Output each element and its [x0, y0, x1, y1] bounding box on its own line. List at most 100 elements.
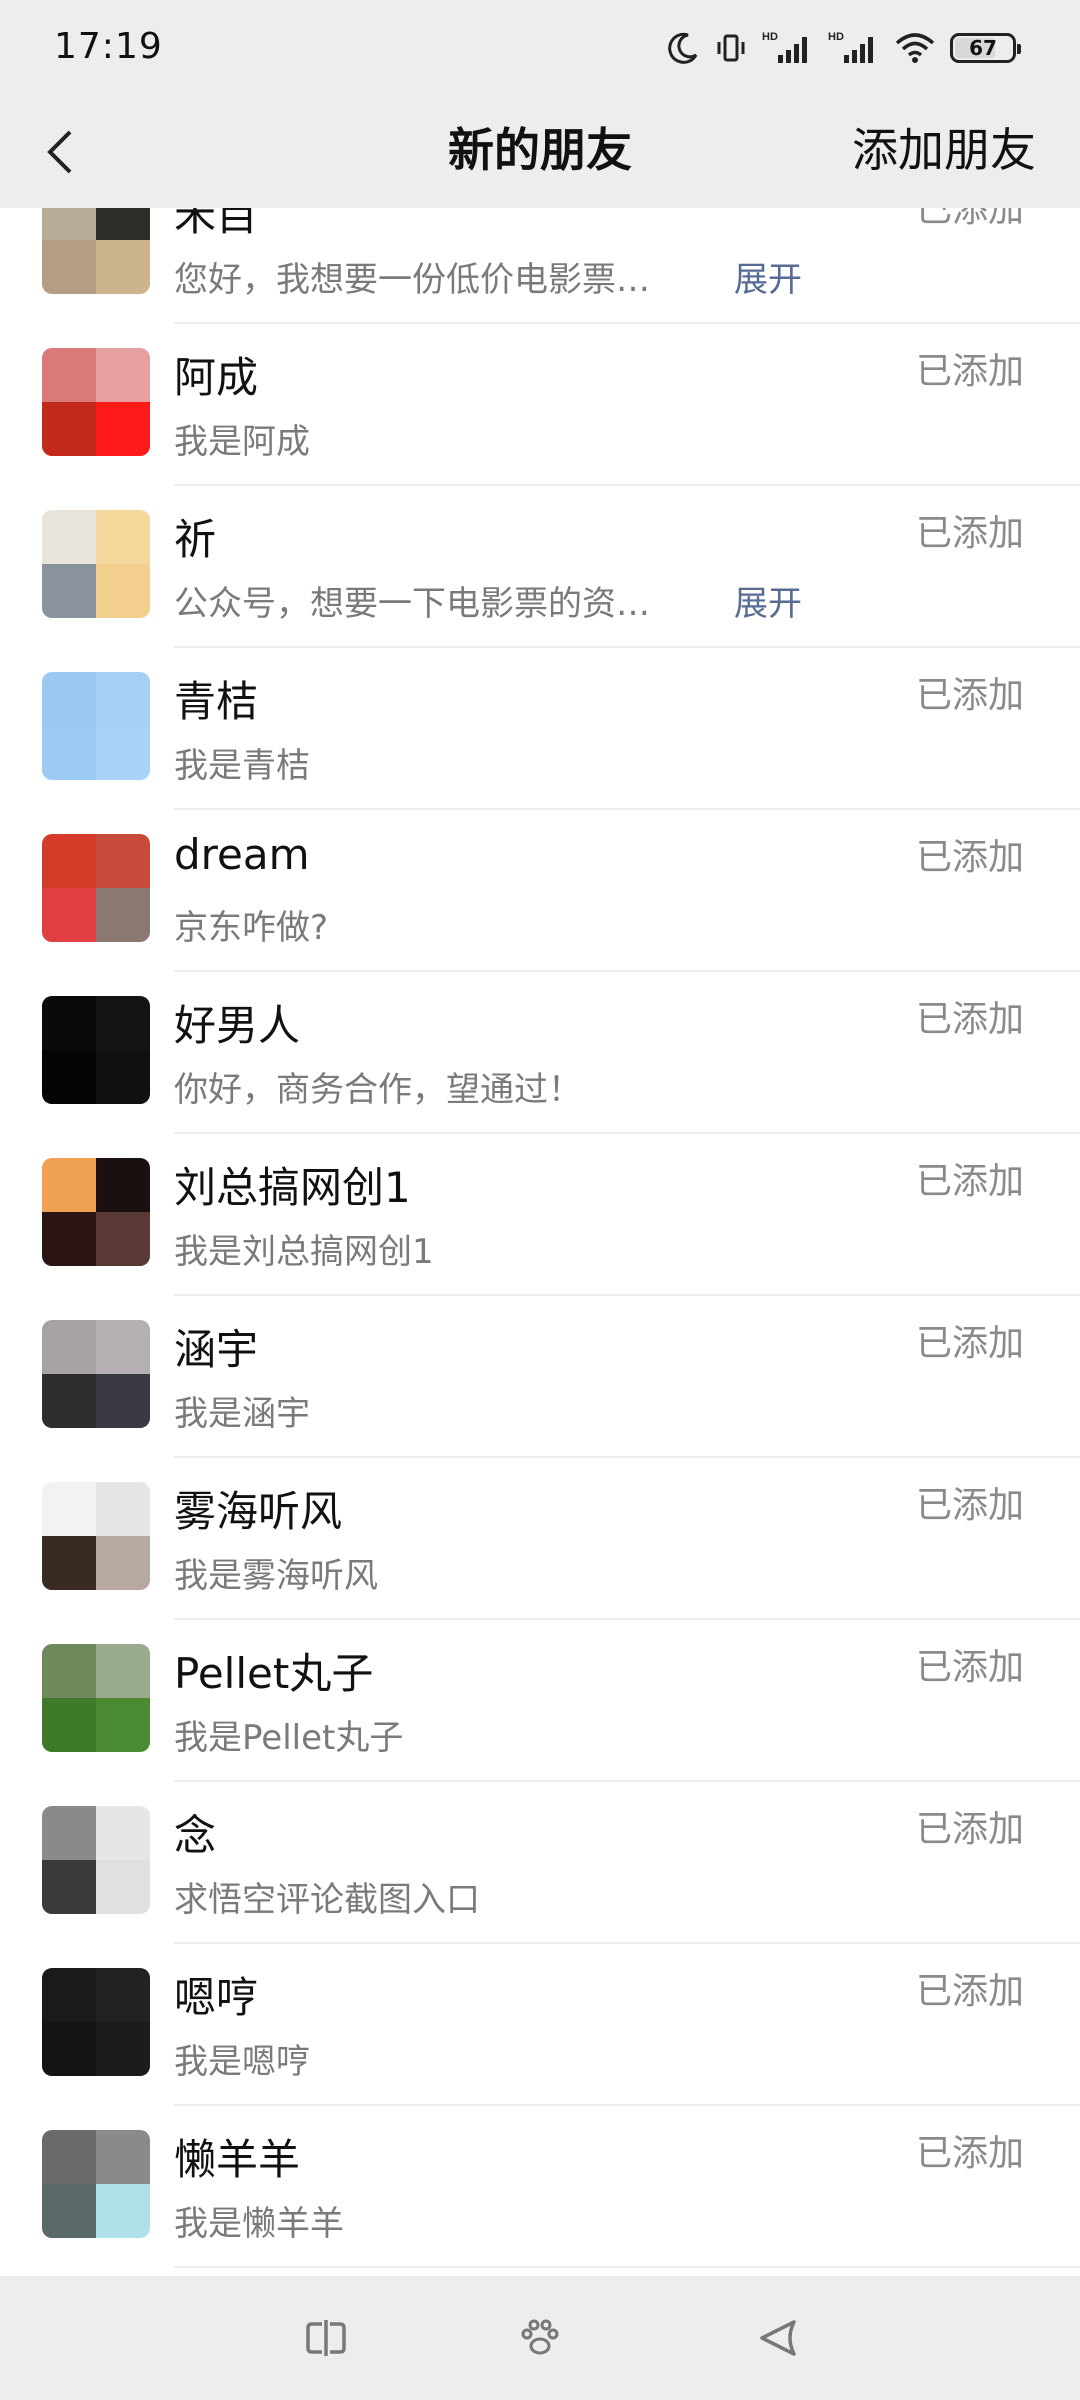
avatar-mosaic-cell — [42, 510, 96, 564]
avatar-mosaic-cell — [96, 1320, 150, 1374]
added-status: 已添加 — [915, 2133, 1024, 2174]
avatar-mosaic-cell — [42, 2184, 96, 2238]
avatar[interactable] — [42, 510, 150, 618]
added-status: 已添加 — [915, 208, 1024, 230]
row-divider — [174, 2266, 1080, 2268]
request-message: 你好，商务合作，望通过！ — [174, 1070, 582, 1110]
hd-label-1: HD — [762, 31, 778, 43]
avatar-mosaic-cell — [96, 1158, 150, 1212]
added-status: 已添加 — [915, 351, 1024, 392]
friend-name: 嗯哼 — [174, 1973, 259, 2022]
avatar-mosaic-cell — [96, 564, 150, 618]
avatar[interactable] — [42, 1482, 150, 1590]
avatar-mosaic-cell — [42, 240, 96, 294]
request-message: 我是嗯哼 — [174, 2042, 310, 2082]
friend-request-row[interactable]: 禾目 您好，我想要一份低价电影票… 展开 已添加 — [0, 208, 1080, 324]
avatar-mosaic-cell — [42, 1644, 96, 1698]
request-message: 我是Pellet丸子 — [174, 1718, 404, 1758]
friend-request-row[interactable]: 念求悟空评论截图入口 已添加 — [0, 1782, 1080, 1944]
avatar[interactable] — [42, 1158, 150, 1266]
status-icons: HD HD 67 — [666, 26, 1021, 70]
friend-request-row[interactable]: 嗯哼 我是嗯哼 已添加 — [0, 1944, 1080, 2106]
moon-icon — [668, 32, 698, 64]
added-status: 已添加 — [915, 1161, 1024, 1202]
expand-link[interactable]: 展开 — [734, 576, 802, 625]
avatar-mosaic-cell — [42, 2130, 96, 2184]
avatar[interactable] — [42, 996, 150, 1104]
request-message: 京东咋做? — [174, 908, 329, 948]
avatar[interactable] — [42, 834, 150, 942]
avatar-mosaic-cell — [96, 1482, 150, 1536]
request-message: 我是阿成 — [174, 422, 310, 462]
avatar-mosaic-cell — [42, 2022, 96, 2076]
avatar-mosaic-cell — [42, 888, 96, 942]
recents-icon — [306, 2320, 346, 2356]
recents-button[interactable] — [296, 2308, 356, 2368]
battery-level: 67 — [969, 36, 997, 60]
added-status: 已添加 — [915, 1809, 1024, 1850]
avatar[interactable] — [42, 672, 150, 780]
avatar-mosaic-cell — [42, 1806, 96, 1860]
request-message: 我是涵宇 — [174, 1394, 310, 1434]
avatar[interactable] — [42, 1320, 150, 1428]
friend-request-row[interactable]: 青桔 我是青桔 已添加 — [0, 648, 1080, 810]
back-triangle-icon — [760, 2320, 796, 2356]
request-message: 我是雾海听风 — [174, 1556, 378, 1596]
system-back-button[interactable] — [748, 2308, 808, 2368]
battery-icon: 67 — [950, 33, 1021, 63]
request-message: 我是懒羊羊 — [174, 2204, 344, 2244]
avatar-mosaic-cell — [96, 510, 150, 564]
friend-request-row[interactable]: 懒羊羊 我是懒羊羊 已添加 — [0, 2106, 1080, 2268]
friend-name: 禾目 — [174, 208, 259, 240]
avatar-mosaic-cell — [42, 834, 96, 888]
wifi-icon — [895, 33, 935, 63]
avatar-mosaic-cell — [96, 1212, 150, 1266]
friend-name: 刘总搞网创1 — [174, 1163, 411, 1212]
avatar[interactable] — [42, 1968, 150, 2076]
added-status: 已添加 — [915, 1647, 1024, 1688]
friend-request-row[interactable]: 雾海听风 我是雾海听风 已添加 — [0, 1458, 1080, 1620]
friend-request-row[interactable]: 祈公众号，想要一下电影票的资… 展开 已添加 — [0, 486, 1080, 648]
avatar-mosaic-cell — [96, 1698, 150, 1752]
friend-name: 祈 — [174, 515, 217, 564]
signal-hd-icon: HD — [762, 31, 807, 63]
friend-request-list[interactable]: 禾目 您好，我想要一份低价电影票… 展开 已添加 阿成 我是阿成 已添加祈公众号，想要一下电… — [0, 208, 1080, 2276]
friend-name: dream — [174, 830, 310, 879]
avatar-mosaic-cell — [96, 1860, 150, 1914]
avatar-mosaic-cell — [42, 726, 96, 780]
hd-label-2: HD — [828, 31, 844, 43]
avatar-mosaic-cell — [96, 240, 150, 294]
friend-request-row[interactable]: Pellet丸子 我是Pellet丸子 已添加 — [0, 1620, 1080, 1782]
avatar[interactable] — [42, 208, 150, 294]
avatar-mosaic-cell — [42, 1860, 96, 1914]
add-friend-button[interactable]: 添加朋友 — [852, 114, 1036, 180]
status-time: 17:19 — [54, 26, 163, 67]
friend-request-row[interactable]: 涵宇 我是涵宇 已添加 — [0, 1296, 1080, 1458]
friend-name: 念 — [174, 1811, 217, 1860]
home-button[interactable] — [510, 2308, 570, 2368]
friend-request-row[interactable]: 好男人 你好，商务合作，望通过！ 已添加 — [0, 972, 1080, 1134]
avatar-mosaic-cell — [42, 208, 96, 240]
friend-request-row[interactable]: 阿成我是阿成 已添加 — [0, 324, 1080, 486]
avatar-mosaic-cell — [96, 834, 150, 888]
status-bar: 17:19 HD HD 67 — [0, 0, 1080, 96]
avatar-mosaic-cell — [96, 2022, 150, 2076]
avatar[interactable] — [42, 348, 150, 456]
expand-link[interactable]: 展开 — [734, 252, 802, 301]
friend-request-row[interactable]: dream 京东咋做? 已添加 — [0, 810, 1080, 972]
avatar-mosaic-cell — [96, 1374, 150, 1428]
friend-name: 青桔 — [174, 677, 259, 726]
avatar-mosaic-cell — [96, 348, 150, 402]
friend-name: 阿成 — [174, 353, 259, 402]
friend-request-row[interactable]: 刘总搞网创1 我是刘总搞网创1 已添加 — [0, 1134, 1080, 1296]
friend-name: 涵宇 — [174, 1325, 259, 1374]
avatar-mosaic-cell — [42, 672, 96, 726]
avatar[interactable] — [42, 1806, 150, 1914]
avatar-mosaic-cell — [42, 996, 96, 1050]
avatar-mosaic-cell — [42, 1050, 96, 1104]
avatar[interactable] — [42, 1644, 150, 1752]
avatar[interactable] — [42, 2130, 150, 2238]
request-message: 我是青桔 — [174, 746, 310, 786]
friend-request-list-content: 禾目 您好，我想要一份低价电影票… 展开 已添加 阿成 我是阿成 已添加祈公众号，想要一下电… — [0, 208, 1080, 2268]
avatar-mosaic-cell — [96, 1806, 150, 1860]
